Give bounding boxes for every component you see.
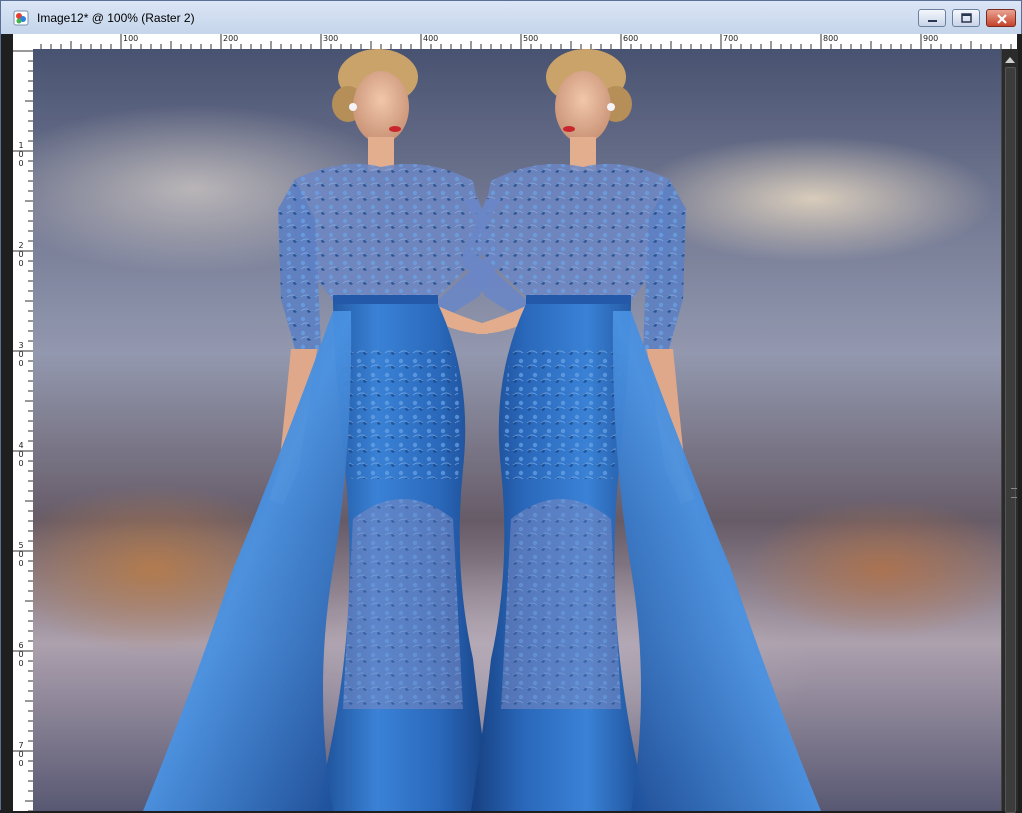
- ruler-top-label: 100: [123, 34, 139, 43]
- ruler-top-label: 700: [723, 34, 739, 43]
- minimize-button[interactable]: [918, 9, 946, 27]
- ruler-corner: [13, 34, 33, 49]
- vertical-ruler[interactable]: 100 200 300 400 500 600 700: [13, 49, 34, 811]
- ruler-top-label: 400: [423, 34, 439, 43]
- vertical-scrollbar[interactable]: [1001, 49, 1018, 813]
- left-frame: [1, 34, 13, 811]
- ruler-left-label: 200: [18, 241, 24, 268]
- mirrored-figure-artwork: [33, 49, 1001, 811]
- title-bar[interactable]: Image12* @ 100% (Raster 2): [1, 1, 1021, 35]
- ruler-left-label: 300: [18, 341, 24, 368]
- horizontal-ruler-ticks: [20, 34, 1012, 49]
- ruler-top-label: 800: [823, 34, 839, 43]
- close-button[interactable]: [986, 9, 1016, 27]
- image-window: Image12* @ 100% (Raster 2) 100 200 300 4…: [0, 0, 1022, 813]
- scroll-up-arrow-icon[interactable]: [1004, 52, 1016, 63]
- ruler-left-label: 400: [18, 441, 24, 468]
- ruler-left-label: 500: [18, 541, 24, 568]
- ruler-top-label: 300: [323, 34, 339, 43]
- ruler-top-label: 900: [923, 34, 939, 43]
- horizontal-ruler[interactable]: 100 200 300 400 500 600 700 800 900: [13, 34, 1017, 50]
- ruler-left-label: 700: [18, 741, 24, 768]
- maximize-button[interactable]: [952, 9, 980, 27]
- ruler-left-label: 600: [18, 641, 24, 668]
- window-title: Image12* @ 100% (Raster 2): [37, 11, 195, 25]
- ruler-top-label: 200: [223, 34, 239, 43]
- ruler-left-label: 100: [18, 141, 24, 168]
- scrollbar-thumb[interactable]: [1005, 67, 1017, 813]
- scrollbar-grip-icon: [1011, 488, 1017, 498]
- ruler-top-label: 500: [523, 34, 539, 43]
- image-canvas[interactable]: [33, 49, 1001, 811]
- paintshop-pro-icon: [13, 10, 29, 26]
- ruler-top-label: 600: [623, 34, 639, 43]
